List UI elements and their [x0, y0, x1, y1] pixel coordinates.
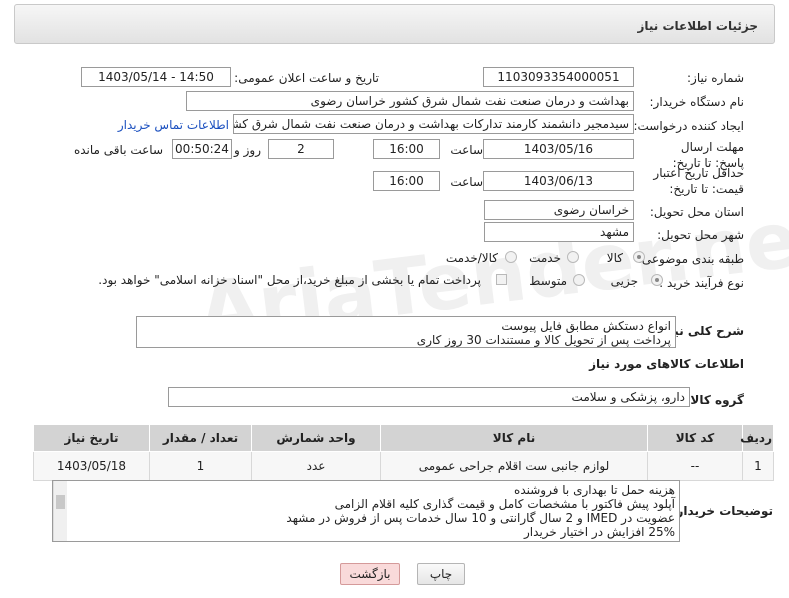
reply-days-field[interactable]: 2 — [268, 139, 334, 159]
requester-label: ایجاد کننده درخواست: — [633, 119, 744, 133]
cell-item-name: لوازم جانبی ست اقلام جراحی عمومی — [380, 451, 648, 481]
cell-unit: عدد — [251, 451, 381, 481]
announce-datetime-field[interactable]: 1403/05/14 - 14:50 — [81, 67, 231, 87]
purchase-type-label: نوع فرآیند خرید : — [659, 276, 744, 290]
category-label: طبقه بندی موضوعی: — [637, 252, 744, 266]
buyer-notes-label: توضیحات خریدار: — [671, 504, 773, 518]
cell-item-code: -- — [647, 451, 743, 481]
buyer-notes-line: 25% افزایش در اختیار خریدار — [524, 525, 675, 539]
page-title: جزئیات اطلاعات نیاز — [637, 19, 758, 33]
general-description-line: پرداخت پس از تحویل کالا و مستندات 30 روز… — [416, 333, 671, 347]
header-panel: جزئیات اطلاعات نیاز — [14, 4, 775, 44]
reply-days-label: روز و — [234, 143, 261, 157]
table-row[interactable]: 1 -- لوازم جانبی ست اقلام جراحی عمومی عد… — [33, 451, 774, 481]
category-radio-service[interactable] — [567, 251, 579, 263]
buyer-notes-line: عضویت در IMED و 2 سال گارانتی و 10 سال خ… — [286, 511, 675, 525]
buyer-notes-line: هزینه حمل تا بهداری با فروشنده — [514, 483, 675, 497]
buyer-contact-link[interactable]: اطلاعات تماس خریدار — [118, 118, 229, 132]
items-table: ردیف کد کالا نام کالا واحد شمارش تعداد /… — [33, 424, 774, 481]
buyer-org-field[interactable]: بهداشت و درمان صنعت نفت شمال شرق کشور خر… — [186, 91, 634, 111]
remaining-time-label: ساعت باقی مانده — [73, 143, 163, 157]
cell-need-date: 1403/05/18 — [33, 451, 150, 481]
back-button[interactable]: بازگشت — [340, 563, 400, 585]
cell-row-number: 1 — [742, 451, 774, 481]
general-description-textarea[interactable]: انواع دستکش مطابق فایل پیوست پرداخت پس ا… — [136, 316, 676, 348]
need-number-label: شماره نیاز: — [687, 71, 744, 85]
reply-deadline-date-field[interactable]: 1403/05/16 — [483, 139, 634, 159]
buyer-notes-scrollbar[interactable] — [53, 481, 67, 541]
buyer-notes-line: آپلود پیش فاکتور با مشخصات کامل و قیمت گ… — [334, 497, 675, 511]
need-number-field[interactable]: 1103093354000051 — [483, 67, 634, 87]
cell-quantity: 1 — [149, 451, 252, 481]
category-option-goods: کالا — [606, 251, 623, 265]
purchase-type-option-minor: جزیی — [610, 274, 638, 288]
delivery-province-field[interactable]: خراسان رضوی — [484, 200, 634, 220]
price-validity-label: حداقل تاریخ اعتبار قیمت: تا تاریخ: — [653, 166, 744, 196]
delivery-city-label: شهر محل تحویل: — [657, 228, 744, 242]
column-header-item-code: کد کالا — [647, 424, 743, 452]
goods-group-field[interactable]: دارو، پزشکی و سلامت — [168, 387, 690, 407]
price-validity-time-field[interactable]: 16:00 — [373, 171, 440, 191]
treasury-payment-note: پرداخت تمام یا بخشی از مبلغ خرید،از محل … — [98, 273, 481, 287]
table-header-row: ردیف کد کالا نام کالا واحد شمارش تعداد /… — [33, 424, 774, 452]
print-button[interactable]: چاپ — [417, 563, 465, 585]
reply-deadline-time-field[interactable]: 16:00 — [373, 139, 440, 159]
goods-group-label: گروه کالا: — [685, 393, 744, 407]
reply-deadline-time-label: ساعت — [450, 143, 483, 157]
scrollbar-thumb[interactable] — [56, 495, 65, 509]
purchase-type-option-medium: متوسط — [529, 274, 567, 288]
delivery-city-field[interactable]: مشهد — [484, 222, 634, 242]
requester-field[interactable]: سیدمجیر دانشمند کارمند تدارکات بهداشت و … — [233, 114, 634, 134]
column-header-row-number: ردیف — [740, 424, 774, 452]
general-description-line: انواع دستکش مطابق فایل پیوست — [501, 319, 671, 333]
remaining-time-field[interactable]: 00:50:24 — [172, 139, 232, 159]
price-validity-time-label: ساعت — [450, 175, 483, 189]
treasury-payment-checkbox[interactable] — [496, 274, 507, 285]
purchase-type-radio-minor[interactable] — [651, 274, 663, 286]
column-header-unit: واحد شمارش — [251, 424, 381, 452]
column-header-item-name: نام کالا — [380, 424, 648, 452]
goods-info-title: اطلاعات کالاهای مورد نیاز — [589, 357, 744, 371]
category-option-goods-service: کالا/خدمت — [445, 251, 498, 265]
announce-datetime-label: تاریخ و ساعت اعلان عمومی: — [234, 71, 379, 85]
buyer-notes-textarea[interactable]: هزینه حمل تا بهداری با فروشنده آپلود پیش… — [52, 480, 680, 542]
column-header-quantity: تعداد / مقدار — [149, 424, 252, 452]
category-option-service: خدمت — [529, 251, 561, 265]
category-radio-goods-service[interactable] — [505, 251, 517, 263]
buyer-org-label: نام دستگاه خریدار: — [649, 95, 745, 109]
price-validity-date-field[interactable]: 1403/06/13 — [483, 171, 634, 191]
column-header-need-date: تاریخ نیاز — [33, 424, 150, 452]
delivery-province-label: استان محل تحویل: — [649, 205, 744, 219]
purchase-type-radio-medium[interactable] — [573, 274, 585, 286]
category-radio-goods[interactable] — [633, 251, 645, 263]
